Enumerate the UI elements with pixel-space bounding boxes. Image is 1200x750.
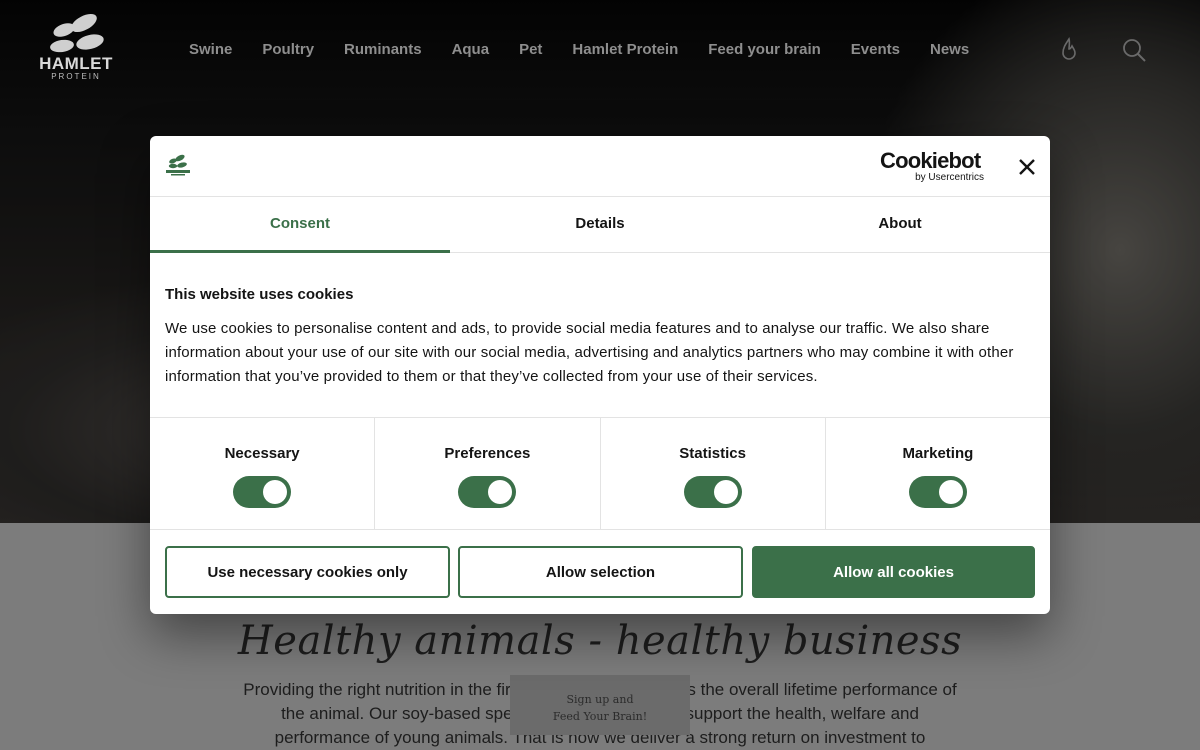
dialog-header: Cookiebot by Usercentrics xyxy=(150,136,1050,197)
page-headline: Healthy animals - healthy business xyxy=(237,618,963,664)
close-icon[interactable] xyxy=(1016,156,1038,178)
signup-banner[interactable]: Sign up and Feed Your Brain! xyxy=(510,675,690,735)
nav-poultry[interactable]: Poultry xyxy=(247,38,329,62)
signup-line-1: Sign up and xyxy=(566,693,634,706)
tab-details[interactable]: Details xyxy=(450,197,750,252)
category-label: Preferences xyxy=(444,445,531,462)
signup-line-2: Feed Your Brain! xyxy=(552,710,648,723)
consent-text: We use cookies to personalise content an… xyxy=(165,320,1014,385)
hamlet-mini-logo-icon xyxy=(165,154,191,178)
toggle-knob xyxy=(488,480,513,504)
logo-subtitle: PROTEIN xyxy=(51,72,101,81)
category-statistics: Statistics xyxy=(601,418,826,529)
nav-hamlet-protein[interactable]: Hamlet Protein xyxy=(557,38,693,62)
nav-swine[interactable]: Swine xyxy=(174,38,247,62)
search-icon[interactable] xyxy=(1120,36,1148,64)
nav-events[interactable]: Events xyxy=(836,38,915,62)
cookie-consent-dialog: Cookiebot by Usercentrics Consent Detail… xyxy=(150,136,1050,614)
main-nav: Swine Poultry Ruminants Aqua Pet Hamlet … xyxy=(174,38,984,62)
consent-body: This website uses cookies We use cookies… xyxy=(165,286,1037,389)
nav-ruminants[interactable]: Ruminants xyxy=(329,38,437,62)
cookiebot-name: Cookiebot xyxy=(880,148,981,173)
site-logo[interactable]: HAMLET PROTEIN xyxy=(36,12,116,82)
category-preferences: Preferences xyxy=(375,418,601,529)
nav-news[interactable]: News xyxy=(915,38,984,62)
preferences-toggle[interactable] xyxy=(458,476,517,508)
allow-all-cookies-button[interactable]: Allow all cookies xyxy=(752,546,1035,598)
nav-aqua[interactable]: Aqua xyxy=(437,38,505,62)
necessary-toggle[interactable] xyxy=(233,476,292,508)
toggle-knob xyxy=(938,480,963,504)
leaf-logo-icon xyxy=(50,13,104,53)
use-necessary-only-button[interactable]: Use necessary cookies only xyxy=(165,546,450,598)
toggle-knob xyxy=(263,480,288,504)
category-label: Marketing xyxy=(902,445,974,462)
cookiebot-by: by Usercentrics xyxy=(915,172,984,183)
nav-pet[interactable]: Pet xyxy=(504,38,557,62)
logo-wordmark: HAMLET xyxy=(39,54,113,73)
dialog-tabs: Consent Details About xyxy=(150,197,1050,253)
category-label: Necessary xyxy=(224,445,300,462)
category-necessary: Necessary xyxy=(150,418,376,529)
consent-heading: This website uses cookies xyxy=(165,286,354,303)
flame-icon[interactable] xyxy=(1055,36,1083,64)
statistics-toggle[interactable] xyxy=(683,476,742,508)
cookiebot-brand: Cookiebot by Usercentrics xyxy=(880,150,986,184)
nav-feed-your-brain[interactable]: Feed your brain xyxy=(693,38,836,62)
marketing-toggle[interactable] xyxy=(908,476,967,508)
cookie-categories: Necessary Preferences Statistics Marketi… xyxy=(150,417,1050,530)
dialog-buttons: Use necessary cookies only Allow selecti… xyxy=(165,546,1035,598)
tab-consent[interactable]: Consent xyxy=(150,197,450,253)
tab-about[interactable]: About xyxy=(750,197,1050,252)
category-label: Statistics xyxy=(679,445,746,462)
allow-selection-button[interactable]: Allow selection xyxy=(458,546,743,598)
category-marketing: Marketing xyxy=(826,418,1050,529)
toggle-knob xyxy=(713,480,738,504)
